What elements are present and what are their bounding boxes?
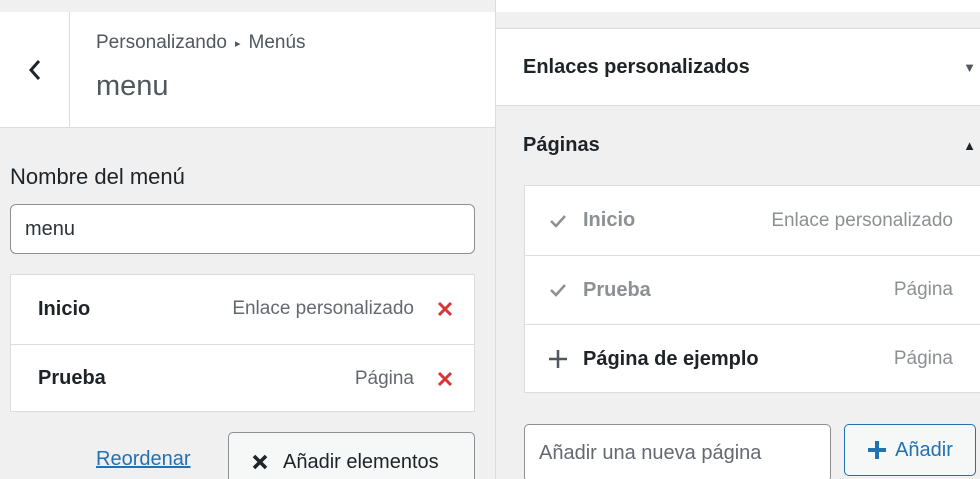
close-icon: [437, 371, 453, 386]
close-icon: [252, 454, 268, 470]
section-custom-links[interactable]: Enlaces personalizados ▼: [496, 28, 980, 106]
breadcrumb-current: Menús: [248, 32, 306, 53]
page-title: menu: [96, 70, 169, 102]
page-item-type: Enlace personalizado: [771, 209, 953, 231]
pages-list: Inicio Enlace personalizado Prueba Págin…: [524, 185, 980, 393]
menu-item-title: Prueba: [38, 367, 106, 389]
plus-icon: [868, 441, 887, 459]
back-button[interactable]: [0, 12, 70, 128]
menu-items-list: Inicio Enlace personalizado Prueba Págin…: [10, 274, 475, 412]
breadcrumb-separator-icon: ▸: [234, 37, 241, 50]
triangle-down-icon: ▼: [963, 59, 976, 75]
menu-item[interactable]: Inicio Enlace personalizado: [11, 275, 474, 343]
triangle-up-icon: ▲: [963, 137, 976, 153]
panel-top-strip: [496, 0, 980, 12]
close-icon: [437, 301, 453, 317]
menu-item[interactable]: Prueba Página: [11, 344, 474, 412]
menu-name-input[interactable]: [10, 204, 475, 254]
chevron-left-icon: [28, 60, 40, 80]
plus-icon: [547, 349, 569, 369]
page-item-title: Inicio: [583, 209, 636, 231]
menu-item-type: Página: [354, 367, 414, 389]
page-item-type: Página: [893, 279, 953, 300]
page-item[interactable]: Prueba Página: [525, 255, 980, 324]
panel-header: Personalizando ▸ Menús menu: [0, 12, 495, 128]
breadcrumb: Personalizando ▸ Menús: [96, 32, 306, 54]
available-items-panel: Enlaces personalizados ▼ Páginas ▲ Inici…: [495, 0, 980, 479]
menu-name-label: Nombre del menú: [10, 164, 185, 189]
checkmark-icon: [547, 283, 569, 297]
page-item-title: Página de ejemplo: [583, 347, 759, 370]
page-item-title: Prueba: [583, 278, 651, 301]
remove-item-button[interactable]: [436, 370, 454, 388]
add-page-label: Añadir: [895, 438, 953, 461]
page-item[interactable]: Página de ejemplo Página: [525, 324, 980, 393]
menu-item-title: Inicio: [38, 297, 91, 320]
checkmark-icon: [547, 214, 569, 228]
page-item-type: Página: [893, 348, 953, 369]
add-items-button[interactable]: Añadir elementos: [228, 432, 475, 479]
page-item[interactable]: Inicio Enlace personalizado: [525, 186, 980, 255]
add-items-label: Añadir elementos: [283, 450, 439, 473]
reorder-link[interactable]: Reordenar: [96, 448, 191, 471]
menu-item-type: Enlace personalizado: [232, 298, 414, 319]
remove-item-button[interactable]: [436, 300, 454, 318]
menu-editor-panel: Personalizando ▸ Menús menu Nombre del m…: [0, 0, 495, 479]
section-pages[interactable]: Páginas ▲: [496, 106, 980, 184]
breadcrumb-root: Personalizando: [96, 32, 227, 53]
new-page-input[interactable]: [524, 424, 831, 479]
add-page-button[interactable]: Añadir: [844, 424, 976, 476]
section-pages-title: Páginas: [523, 133, 600, 156]
section-custom-links-title: Enlaces personalizados: [523, 55, 750, 78]
